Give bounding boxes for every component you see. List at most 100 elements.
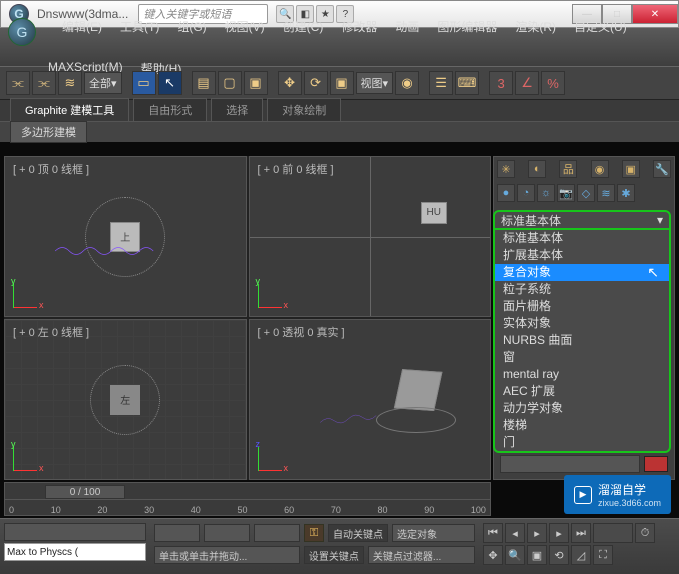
fov-icon[interactable]: ◿ <box>571 545 591 565</box>
dropdown-item[interactable]: 实体对象 <box>495 315 669 332</box>
move-icon[interactable]: ✥ <box>278 71 302 95</box>
select-object-icon[interactable]: ▭ <box>132 71 156 95</box>
dropdown-item[interactable]: 复合对象↖ <box>495 264 669 281</box>
time-slider[interactable]: 0 / 100 <box>45 485 125 499</box>
orbit-icon[interactable]: ⟲ <box>549 545 569 565</box>
close-button[interactable]: ✕ <box>632 4 678 24</box>
create-tab-icon[interactable]: ✳ <box>497 160 515 178</box>
trackbar-strip[interactable] <box>4 523 146 541</box>
dropdown-list: 标准基本体 扩展基本体 复合对象↖ 粒子系统 面片栅格 实体对象 NURBS 曲… <box>493 230 671 453</box>
dropdown-item[interactable]: 面片栅格 <box>495 298 669 315</box>
menu-create[interactable]: 创建(C) <box>283 18 324 46</box>
menu-grapheditors[interactable]: 图形编辑器 <box>437 18 497 46</box>
manipulate-icon[interactable]: ☰ <box>429 71 453 95</box>
goto-end-icon[interactable]: ⏭ <box>571 523 591 543</box>
keyboard-shortcut-icon[interactable]: ⌨ <box>455 71 479 95</box>
dropdown-item[interactable]: 门 <box>495 434 669 451</box>
object-name-input[interactable] <box>500 455 640 473</box>
menu-view[interactable]: 视图(V) <box>225 18 265 46</box>
app-menu-button[interactable]: G <box>8 18 36 46</box>
time-ruler[interactable]: 0 10 20 30 40 50 60 70 80 90 100 <box>5 499 490 515</box>
dropdown-item[interactable]: NURBS 曲面 <box>495 332 669 349</box>
viewport-top[interactable]: [ + 0 顶 0 线框 ] 上 xy <box>4 156 247 317</box>
select-region-icon[interactable]: ▢ <box>218 71 242 95</box>
center-pivot-icon[interactable]: ◉ <box>395 71 419 95</box>
tab-selection[interactable]: 选择 <box>211 98 263 121</box>
watermark-badge: ▶ 溜溜自学 zixue.3d66.com <box>564 475 671 514</box>
menu-rendering[interactable]: 渲染(R) <box>515 18 556 46</box>
viewport-front[interactable]: [ + 0 前 0 线框 ] HU xy <box>249 156 492 317</box>
maximize-viewport-icon[interactable]: ⛶ <box>593 545 613 565</box>
menu-group[interactable]: 组(G) <box>177 18 206 46</box>
viewport-left[interactable]: [ + 0 左 0 线框 ] 左 xy <box>4 319 247 480</box>
spacewarps-icon[interactable]: ≋ <box>597 184 615 202</box>
time-config-icon[interactable]: ⏱ <box>635 523 655 543</box>
dropdown-item[interactable]: 粒子系统 <box>495 281 669 298</box>
object-color-swatch[interactable] <box>644 456 668 472</box>
menu-animation[interactable]: 动画 <box>395 18 419 46</box>
setkey-button[interactable]: 设置关键点 <box>304 546 364 564</box>
motion-tab-icon[interactable]: ◉ <box>591 160 609 178</box>
dropdown-item[interactable]: 动力学对象 <box>495 400 669 417</box>
current-frame-field[interactable] <box>593 523 633 543</box>
menubar: G 编辑(E) 工具(T) 组(G) 视图(V) 创建(C) 修改器 动画 图形… <box>0 28 679 66</box>
lights-icon[interactable]: ☼ <box>537 184 555 202</box>
keymode-select[interactable]: 选定对象 <box>392 524 475 542</box>
dropdown-item[interactable]: AEC 扩展 <box>495 383 669 400</box>
zoom-icon[interactable]: 🔍 <box>505 545 525 565</box>
coord-y-field[interactable] <box>204 524 250 542</box>
status-prompt: 单击或单击并拖动... <box>154 546 300 564</box>
menu-modifiers[interactable]: 修改器 <box>341 18 377 46</box>
coord-z-field[interactable] <box>254 524 300 542</box>
tab-freeform[interactable]: 自由形式 <box>133 98 207 121</box>
menu-tools[interactable]: 工具(T) <box>120 18 159 46</box>
maxscript-listener-input[interactable]: Max to Physcs ( <box>4 543 146 561</box>
dropdown-item[interactable]: mental ray <box>495 366 669 383</box>
coord-x-field[interactable] <box>154 524 200 542</box>
utilities-tab-icon[interactable]: 🔧 <box>653 160 671 178</box>
select-by-name-icon[interactable]: ▤ <box>192 71 216 95</box>
systems-icon[interactable]: ✱ <box>617 184 635 202</box>
cameras-icon[interactable]: 📷 <box>557 184 575 202</box>
panel-polymodeling[interactable]: 多边形建模 <box>10 121 87 143</box>
bind-icon[interactable]: ≋ <box>58 71 82 95</box>
scale-icon[interactable]: ▣ <box>330 71 354 95</box>
key-icon[interactable]: ⚿ <box>304 524 324 542</box>
zoom-extents-icon[interactable]: ▣ <box>527 545 547 565</box>
selection-filter-select[interactable]: 全部 ▾ <box>84 72 122 94</box>
modify-tab-icon[interactable]: ◐ <box>528 160 546 178</box>
hierarchy-tab-icon[interactable]: 品 <box>559 160 577 178</box>
ref-coord-select[interactable]: 视图 ▾ <box>356 72 394 94</box>
link-icon[interactable]: ⫘ <box>6 71 30 95</box>
dropdown-item[interactable]: 窗 <box>495 349 669 366</box>
goto-start-icon[interactable]: ⏮ <box>483 523 503 543</box>
dropdown-item[interactable]: 楼梯 <box>495 417 669 434</box>
snap-toggle-icon[interactable]: 3 <box>489 71 513 95</box>
percent-snap-icon[interactable]: % <box>541 71 565 95</box>
menu-customize[interactable]: 自定义(U) <box>574 18 627 46</box>
next-frame-icon[interactable]: ▸ <box>549 523 569 543</box>
unlink-icon[interactable]: ⫘ <box>32 71 56 95</box>
keyfilter-button[interactable]: 关键点过滤器... <box>368 546 475 564</box>
autokey-button[interactable]: 自动关键点 <box>328 524 388 542</box>
helpers-icon[interactable]: ◇ <box>577 184 595 202</box>
angle-snap-icon[interactable]: ∠ <box>515 71 539 95</box>
select-arrow-icon[interactable]: ↖ <box>158 71 182 95</box>
rotate-icon[interactable]: ⟳ <box>304 71 328 95</box>
dropdown-item[interactable]: 标准基本体 <box>495 230 669 247</box>
pan-view-icon[interactable]: ✥ <box>483 545 503 565</box>
tab-objectpaint[interactable]: 对象绘制 <box>267 98 341 121</box>
shapes-icon[interactable]: ◔ <box>517 184 535 202</box>
display-tab-icon[interactable]: ▣ <box>622 160 640 178</box>
viewport-grid: [ + 0 顶 0 线框 ] 上 xy [ + 0 前 0 线框 ] HU xy… <box>4 156 491 480</box>
window-crossing-icon[interactable]: ▣ <box>244 71 268 95</box>
prev-frame-icon[interactable]: ◂ <box>505 523 525 543</box>
geometry-category-dropdown[interactable]: 标准基本体 ▾ 标准基本体 扩展基本体 复合对象↖ 粒子系统 面片栅格 实体对象… <box>493 210 671 453</box>
tab-graphite[interactable]: Graphite 建模工具 <box>10 98 129 121</box>
chevron-down-icon: ▾ <box>657 213 663 227</box>
play-icon[interactable]: ▸ <box>527 523 547 543</box>
geometry-icon[interactable]: ● <box>497 184 515 202</box>
dropdown-item[interactable]: 扩展基本体 <box>495 247 669 264</box>
viewport-perspective[interactable]: [ + 0 透视 0 真实 ] xz <box>249 319 492 480</box>
menu-edit[interactable]: 编辑(E) <box>62 18 102 46</box>
